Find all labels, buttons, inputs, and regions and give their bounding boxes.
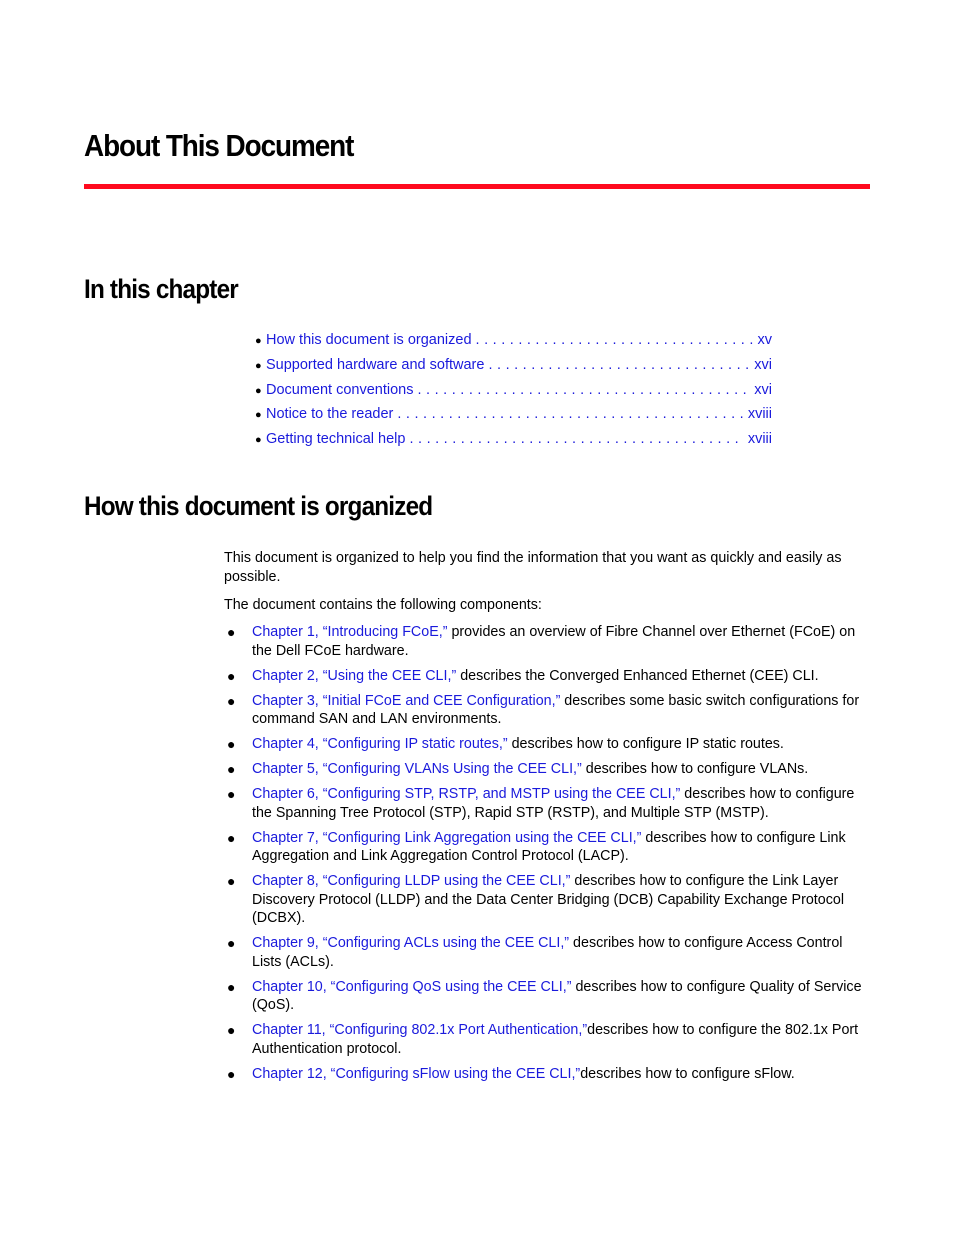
bullet-icon: ● — [227, 624, 236, 640]
chapter-description: describes how to configure VLANs. — [581, 761, 809, 777]
chapter-description: describes the Converged Enhanced Etherne… — [456, 667, 819, 684]
chapter-title: About This Document — [84, 128, 354, 163]
title-rule — [84, 184, 870, 189]
intro-paragraph: This document is organized to help you f… — [224, 550, 842, 585]
toc-page[interactable]: xviii — [748, 406, 772, 422]
organized-heading: How this document is organized — [84, 491, 433, 521]
chapter-link[interactable]: Chapter 4, “Configuring IP static routes… — [252, 736, 508, 752]
toc-link[interactable]: Notice to the reader — [266, 406, 393, 422]
in-this-chapter-heading: In this chapter — [84, 274, 239, 304]
toc-link[interactable]: Document conventions — [266, 382, 414, 398]
list-item: ● Chapter 2, “Using the CEE CLI,” describ… — [224, 667, 874, 686]
bullet-icon: ● — [255, 434, 262, 447]
chapter-link[interactable]: Chapter 2, “Using the CEE CLI,” — [252, 668, 456, 684]
bullet-icon: ● — [227, 667, 236, 684]
list-item: ● Chapter 9, “Configuring ACLs using the … — [224, 934, 874, 971]
bullet-icon: ● — [227, 873, 236, 889]
bullet-icon: ● — [227, 761, 236, 777]
list-item: ● Chapter 10, “Configuring QoS using the … — [224, 978, 874, 1015]
bullet-icon: ● — [227, 935, 236, 951]
list-item: ● Chapter 3, “Initial FCoE and CEE Config… — [224, 692, 874, 729]
chapter-link[interactable]: Chapter 11, “Configuring 802.1x Port Aut… — [252, 1022, 587, 1038]
list-item: ● Chapter 1, “Introducing FCoE,” provides… — [224, 623, 874, 660]
chapter-description: describes how to configure IP static rou… — [507, 736, 784, 752]
list-item: ● Chapter 7, “Configuring Link Aggregatio… — [224, 829, 874, 866]
chapter-link[interactable]: Chapter 12, “Configuring sFlow using the… — [252, 1066, 580, 1082]
toc-item[interactable]: ● Supported hardware and software xvi — [255, 357, 772, 382]
dot-leader — [488, 357, 750, 373]
chapter-link[interactable]: Chapter 7, “Configuring Link Aggregation… — [252, 830, 641, 846]
chapter-toc: ● How this document is organized xv ● Suppo… — [255, 332, 772, 456]
toc-link[interactable]: Getting technical help — [266, 431, 405, 447]
toc-link[interactable]: Supported hardware and software — [266, 357, 484, 373]
chapter-link[interactable]: Chapter 9, “Configuring ACLs using the C… — [252, 935, 569, 951]
bullet-icon: ● — [227, 786, 236, 802]
dot-leader — [409, 431, 743, 447]
toc-item[interactable]: ● How this document is organized xv — [255, 332, 772, 357]
bullet-icon: ● — [255, 384, 262, 397]
chapter-link[interactable]: Chapter 3, “Initial FCoE and CEE Configu… — [252, 693, 560, 709]
list-item: ● Chapter 6, “Configuring STP, RSTP, and … — [224, 785, 874, 822]
chapter-description: describes how to configure sFlow. — [580, 1065, 795, 1082]
bullet-icon: ● — [255, 335, 262, 347]
list-item: ● Chapter 11, “Configuring 802.1x Port Au… — [224, 1021, 874, 1058]
bullet-icon: ● — [255, 359, 262, 372]
toc-page[interactable]: xv — [758, 332, 773, 348]
bullet-icon: ● — [227, 692, 236, 709]
toc-link[interactable]: How this document is organized — [266, 332, 472, 348]
bullet-icon: ● — [227, 1022, 236, 1038]
components-list: ● Chapter 1, “Introducing FCoE,” provides… — [224, 623, 874, 1090]
toc-page[interactable]: xvi — [754, 382, 772, 398]
list-item: ● Chapter 4, “Configuring IP static route… — [224, 735, 874, 754]
bullet-icon: ● — [255, 409, 262, 422]
bullet-icon: ● — [227, 1065, 236, 1082]
chapter-link[interactable]: Chapter 8, “Configuring LLDP using the C… — [252, 873, 570, 889]
list-item: ● Chapter 8, “Configuring LLDP using the … — [224, 872, 874, 928]
toc-page[interactable]: xviii — [748, 431, 772, 447]
dot-leader — [476, 332, 754, 348]
toc-page[interactable]: xvi — [754, 357, 772, 373]
dot-leader — [397, 406, 743, 422]
dot-leader — [418, 382, 751, 398]
list-item: ● Chapter 12, “Configuring sFlow using th… — [224, 1065, 874, 1084]
chapter-link[interactable]: Chapter 1, “Introducing FCoE,” — [252, 624, 447, 640]
list-item: ● Chapter 5, “Configuring VLANs Using the… — [224, 760, 874, 779]
toc-item[interactable]: ● Document conventions xvi — [255, 382, 772, 407]
bullet-icon: ● — [227, 978, 236, 995]
bullet-icon: ● — [227, 829, 236, 846]
components-lead: The document contains the following comp… — [224, 597, 542, 613]
toc-item[interactable]: ● Getting technical help xviii — [255, 431, 772, 456]
toc-item[interactable]: ● Notice to the reader xviii — [255, 406, 772, 431]
bullet-icon: ● — [227, 736, 236, 752]
chapter-link[interactable]: Chapter 10, “Configuring QoS using the C… — [252, 979, 571, 995]
chapter-link[interactable]: Chapter 5, “Configuring VLANs Using the … — [252, 761, 582, 777]
chapter-link[interactable]: Chapter 6, “Configuring STP, RSTP, and M… — [252, 786, 680, 802]
